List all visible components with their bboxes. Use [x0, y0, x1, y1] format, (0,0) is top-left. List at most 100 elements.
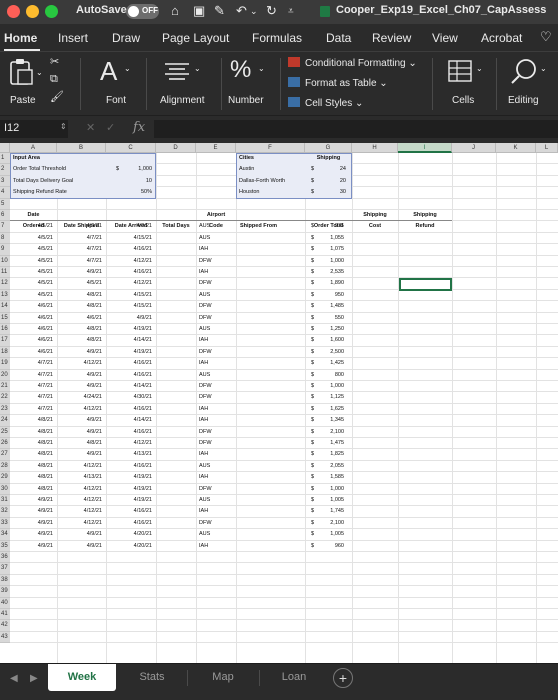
row-header[interactable]: 40 — [0, 597, 10, 609]
cell-date-shipped[interactable]: 4/8/21 — [57, 325, 102, 334]
cell-date-arrived[interactable]: 4/19/21 — [106, 348, 152, 357]
cell-date-shipped[interactable]: 4/9/21 — [57, 542, 102, 551]
scroll-sheets-left-icon[interactable]: ◀ — [10, 673, 18, 684]
editing-group[interactable]: ⌄ Editing — [500, 52, 558, 116]
cell-date-arrived[interactable]: 4/20/21 — [106, 530, 152, 539]
cell-airport-code[interactable]: IAH — [199, 336, 208, 345]
insert-function-icon[interactable]: fx — [133, 120, 145, 135]
cell-airport-code[interactable]: DFW — [199, 519, 212, 528]
cell-date-arrived[interactable]: 4/15/21 — [106, 291, 152, 300]
cell-date-ordered[interactable]: 4/9/21 — [10, 542, 53, 551]
edit-icon[interactable]: ✎ — [214, 3, 225, 19]
cell-date-arrived[interactable]: 4/14/21 — [106, 382, 152, 391]
paste-icon[interactable] — [8, 58, 34, 86]
row-header[interactable]: 11 — [0, 267, 10, 279]
row-header[interactable]: 36 — [0, 552, 10, 564]
cell-order-total[interactable]: 1,425 — [305, 359, 344, 368]
row-header[interactable]: 18 — [0, 346, 10, 359]
cell-date-ordered[interactable]: 4/8/21 — [10, 450, 53, 459]
column-header-a[interactable]: A — [10, 143, 57, 153]
close-window-button[interactable] — [7, 5, 20, 18]
cell-date-ordered[interactable]: 4/6/21 — [10, 336, 53, 345]
cell-airport-code[interactable]: DFW — [199, 428, 212, 437]
cell-date-shipped[interactable]: 4/8/21 — [57, 302, 102, 311]
tab-draw[interactable]: Draw — [112, 31, 140, 45]
cell-date-arrived[interactable]: 4/9/21 — [106, 222, 152, 231]
cell-date-shipped[interactable]: 4/9/21 — [57, 371, 102, 380]
cell-date-arrived[interactable]: 4/16/21 — [106, 519, 152, 528]
cell-order-total[interactable]: 950 — [305, 291, 344, 300]
cell-date-shipped[interactable]: 4/9/21 — [57, 530, 102, 539]
cell-order-total[interactable]: 2,100 — [305, 428, 344, 437]
cell-airport-code[interactable]: DFW — [199, 393, 212, 402]
cell-date-ordered[interactable]: 4/7/21 — [10, 359, 53, 368]
cell-date-arrived[interactable]: 4/15/21 — [106, 302, 152, 311]
cell-airport-code[interactable]: IAH — [199, 416, 208, 425]
row-header[interactable]: 19 — [0, 358, 10, 370]
row-header[interactable]: 43 — [0, 631, 10, 644]
row-header[interactable]: 38 — [0, 574, 10, 587]
sheet-tab-stats[interactable]: Stats — [118, 664, 186, 691]
row-header[interactable]: 24 — [0, 415, 10, 427]
cell-order-total[interactable]: 960 — [305, 542, 344, 551]
cell-airport-code[interactable]: AUS — [199, 462, 210, 471]
cell-date-arrived[interactable]: 4/12/21 — [106, 439, 152, 448]
lookup-value[interactable]: 24 — [305, 165, 346, 174]
cell-date-arrived[interactable]: 4/16/21 — [106, 428, 152, 437]
cell-date-shipped[interactable]: 4/7/21 — [57, 245, 102, 254]
redo-icon[interactable]: ↻ — [266, 3, 277, 19]
cell-date-ordered[interactable]: 4/7/21 — [10, 405, 53, 414]
cell-order-total[interactable]: 1,745 — [305, 507, 344, 516]
cell-date-ordered[interactable]: 4/8/21 — [10, 416, 53, 425]
row-header[interactable]: 3 — [0, 175, 10, 188]
cell-date-ordered[interactable]: 4/7/21 — [10, 393, 53, 402]
cell-date-shipped[interactable]: 4/8/21 — [57, 336, 102, 345]
formula-input[interactable] — [154, 120, 558, 138]
cell-airport-code[interactable]: AUS — [199, 325, 210, 334]
cell-airport-code[interactable]: AUS — [199, 234, 210, 243]
row-header[interactable]: 33 — [0, 517, 10, 530]
cell-order-total[interactable]: 1,125 — [305, 393, 344, 402]
column-header-b[interactable]: B — [57, 143, 106, 153]
select-all-corner[interactable] — [0, 143, 10, 153]
tab-review[interactable]: Review — [372, 31, 411, 45]
cell-airport-code[interactable]: DFW — [199, 279, 212, 288]
cell-date-arrived[interactable]: 4/16/21 — [106, 405, 152, 414]
cell-date-shipped[interactable]: 4/7/21 — [57, 234, 102, 243]
cell-airport-code[interactable]: AUS — [199, 291, 210, 300]
undo-dropdown-icon[interactable]: ⌄ — [250, 6, 258, 17]
cell-date-arrived[interactable]: 4/14/21 — [106, 336, 152, 345]
sheet-tab-week[interactable]: Week — [48, 664, 116, 691]
cell-airport-code[interactable]: IAH — [199, 473, 208, 482]
cell-airport-code[interactable]: IAH — [199, 450, 208, 459]
tab-data[interactable]: Data — [326, 31, 351, 45]
input-value[interactable]: 1,000 — [106, 165, 152, 174]
row-header[interactable]: 27 — [0, 449, 10, 461]
cell-date-shipped[interactable]: 4/5/21 — [57, 279, 102, 288]
alignment-group[interactable]: ⌄ Alignment — [150, 52, 220, 116]
cell-date-ordered[interactable]: 4/5/21 — [10, 234, 53, 243]
sheet-tab-map[interactable]: Map — [188, 664, 258, 691]
cell-date-shipped[interactable]: 4/9/21 — [57, 428, 102, 437]
cell-date-ordered[interactable]: 4/6/21 — [10, 325, 53, 334]
column-header-i[interactable]: I — [398, 143, 452, 153]
cell-order-total[interactable]: 1,005 — [305, 496, 344, 505]
font-group[interactable]: A ⌄ Font — [86, 52, 142, 116]
cell-date-ordered[interactable]: 4/8/21 — [10, 439, 53, 448]
cell-order-total[interactable]: 1,890 — [305, 279, 344, 288]
row-header[interactable]: 35 — [0, 540, 10, 552]
cell-airport-code[interactable]: IAH — [199, 542, 208, 551]
cell-date-ordered[interactable]: 4/8/21 — [10, 462, 53, 471]
row-header[interactable]: 29 — [0, 472, 10, 484]
format-as-table-button[interactable]: Format as Table ⌄ — [288, 77, 388, 89]
cell-order-total[interactable]: 1,475 — [305, 439, 344, 448]
row-header[interactable]: 17 — [0, 335, 10, 347]
row-header[interactable]: 9 — [0, 244, 10, 256]
cell-date-shipped[interactable]: 4/6/21 — [57, 222, 102, 231]
cell-airport-code[interactable]: DFW — [199, 439, 212, 448]
number-group[interactable]: % ⌄ Number — [222, 52, 278, 116]
cell-airport-code[interactable]: AUS — [199, 496, 210, 505]
cell-date-ordered[interactable]: 4/5/21 — [10, 268, 53, 277]
copy-icon[interactable]: ⧉ — [50, 73, 58, 86]
cell-date-arrived[interactable]: 4/16/21 — [106, 359, 152, 368]
